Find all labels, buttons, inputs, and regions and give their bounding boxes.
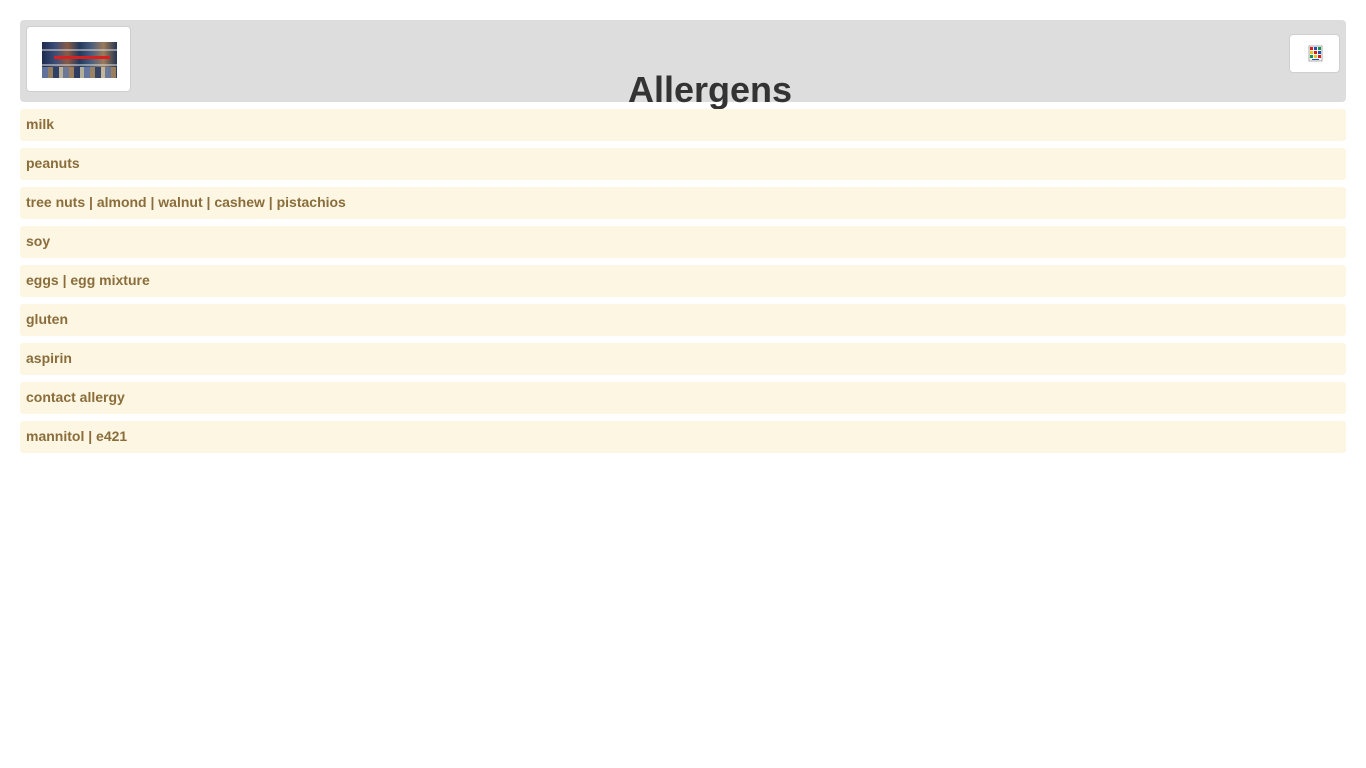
page-header: Allergens [20,20,1346,110]
language-button[interactable] [1289,34,1340,73]
page-title: Allergens [627,69,793,111]
allergen-item-aspirin[interactable]: aspirin [20,343,1346,375]
logo-product-row [42,67,117,78]
logo-shelf-line [42,49,117,51]
logo-shelf-line [42,64,117,66]
allergen-item-gluten[interactable]: gluten [20,304,1346,336]
allergen-item-eggs[interactable]: eggs | egg mixture [20,265,1346,297]
logo-red-stripe [54,56,110,59]
allergen-item-tree-nuts[interactable]: tree nuts | almond | walnut | cashew | p… [20,187,1346,219]
allergen-list: milk peanuts tree nuts | almond | walnut… [20,109,1346,460]
store-shelf-photo-icon [42,42,117,78]
multicolor-flag-icon [1308,45,1323,62]
home-logo-button[interactable] [26,26,131,92]
allergens-page: Allergens milk peanuts tree nuts | almon… [0,0,1366,768]
allergen-item-milk[interactable]: milk [20,109,1346,141]
allergen-item-peanuts[interactable]: peanuts [20,148,1346,180]
allergen-item-mannitol[interactable]: mannitol | e421 [20,421,1346,453]
allergen-item-soy[interactable]: soy [20,226,1346,258]
allergen-item-contact-allergy[interactable]: contact allergy [20,382,1346,414]
